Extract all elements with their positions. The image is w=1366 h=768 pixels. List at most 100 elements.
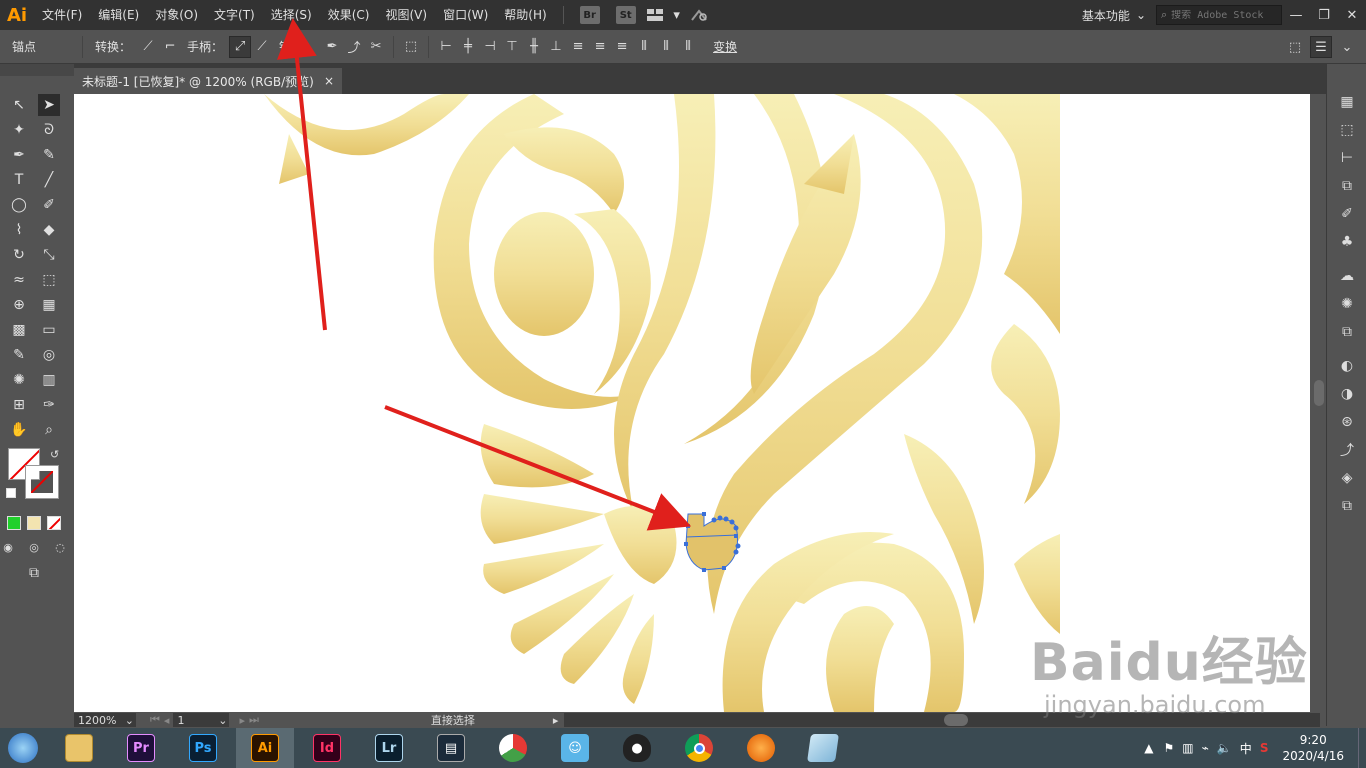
action-center-flag-icon[interactable]: ⚑ — [1164, 741, 1175, 755]
page-number-field[interactable]: 1 ⌄ — [173, 713, 230, 727]
volume-icon[interactable]: 🔈 — [1217, 741, 1232, 755]
minimize-button[interactable]: — — [1282, 0, 1310, 30]
taskbar-notepad[interactable] — [794, 728, 852, 768]
close-window-button[interactable]: ✕ — [1338, 0, 1366, 30]
network-icon[interactable]: ▥ — [1182, 741, 1193, 755]
input-method-indicator[interactable]: 中 — [1240, 740, 1252, 757]
eyedropper-tool-icon[interactable]: ✎ — [8, 344, 30, 366]
taskbar-chrome[interactable] — [670, 728, 728, 768]
cut-path-icon[interactable]: ✂ — [365, 36, 387, 58]
menu-object[interactable]: 对象(O) — [147, 0, 206, 30]
arrange-documents-icon[interactable] — [644, 4, 666, 26]
transform-link[interactable]: 变换 — [713, 38, 737, 55]
distribute-bottom-icon[interactable]: ≡ — [611, 36, 633, 58]
ellipse-tool-icon[interactable]: ◯ — [8, 194, 30, 216]
menu-type[interactable]: 文字(T) — [206, 0, 263, 30]
show-desktop-button[interactable] — [1358, 728, 1366, 768]
taskbar-browser-360[interactable] — [484, 728, 542, 768]
taskbar-qq[interactable]: ● — [608, 728, 666, 768]
taskbar-photoshop[interactable]: Ps — [174, 728, 232, 768]
taskbar-indesign[interactable]: Id — [298, 728, 356, 768]
export-panel-icon[interactable]: ⤴ — [1327, 436, 1366, 464]
draw-inside-icon[interactable]: ◌ — [49, 537, 71, 559]
links-panel-icon[interactable]: ⊛ — [1327, 408, 1366, 436]
select-similar-icon[interactable]: ⬚ — [400, 36, 422, 58]
distribute-hcenter-icon[interactable]: ⦀ — [655, 36, 677, 58]
restore-button[interactable]: ❐ — [1310, 0, 1338, 30]
tray-expand-icon[interactable]: ▲ — [1144, 741, 1153, 755]
taskbar-premiere[interactable]: Pr — [112, 728, 170, 768]
scroll-thumb[interactable] — [1314, 380, 1324, 406]
color-guide-icon[interactable]: ◑ — [1327, 380, 1366, 408]
screen-mode-icon[interactable]: ⧉ — [23, 562, 45, 584]
draw-normal-icon[interactable]: ◉ — [0, 537, 19, 559]
blend-tool-icon[interactable]: ◎ — [38, 344, 60, 366]
lasso-tool-icon[interactable]: ᘐ — [38, 119, 60, 141]
stock-button[interactable]: St — [615, 6, 636, 24]
workspace-switcher[interactable]: 基本功能 ⌄ — [1072, 7, 1156, 24]
default-colors-icon[interactable] — [6, 488, 16, 498]
document-tab[interactable]: 未标题-1 [已恢复]* @ 1200% (RGB/预览) × — [74, 68, 342, 94]
stock-search-input[interactable] — [1171, 9, 1272, 21]
distribute-top-icon[interactable]: ≡ — [567, 36, 589, 58]
align-panel-icon[interactable]: ⊢ — [1327, 144, 1366, 172]
draw-behind-icon[interactable]: ◎ — [23, 537, 45, 559]
close-tab-icon[interactable]: × — [324, 74, 334, 88]
appearance-panel-icon[interactable]: ✺ — [1327, 290, 1366, 318]
taskbar-lightroom[interactable]: Lr — [360, 728, 418, 768]
menu-view[interactable]: 视图(V) — [377, 0, 435, 30]
menu-effect[interactable]: 效果(C) — [320, 0, 378, 30]
toolbar-collapse-strip[interactable] — [0, 64, 74, 76]
chevron-down-icon[interactable]: ▾ — [666, 4, 688, 26]
column-graph-tool-icon[interactable]: ▥ — [38, 369, 60, 391]
artboard-tool-icon[interactable]: ⊞ — [8, 394, 30, 416]
distribute-center-icon[interactable]: ≡ — [589, 36, 611, 58]
taskbar-explorer[interactable] — [50, 728, 108, 768]
color-mode-icon[interactable] — [7, 515, 21, 530]
rotate-tool-icon[interactable]: ↻ — [8, 244, 30, 266]
align-center-h-icon[interactable]: ╪ — [457, 36, 479, 58]
curvature-tool-icon[interactable]: ✎ — [38, 144, 60, 166]
menu-window[interactable]: 窗口(W) — [435, 0, 496, 30]
taskbar-cat-app[interactable]: ☺ — [546, 728, 604, 768]
start-button[interactable] — [0, 728, 46, 768]
status-menu-icon[interactable]: ▸ — [553, 714, 559, 727]
type-tool-icon[interactable]: T — [8, 169, 30, 191]
gradient-mode-icon[interactable] — [27, 515, 41, 530]
align-top-icon[interactable]: ⊤ — [501, 36, 523, 58]
distribute-left-icon[interactable]: ⦀ — [633, 36, 655, 58]
scale-tool-icon[interactable]: ⤡ — [38, 244, 60, 266]
brushes-panel-icon[interactable]: ✐ — [1327, 200, 1366, 228]
swap-fill-stroke-icon[interactable]: ↺ — [50, 448, 59, 461]
align-right-icon[interactable]: ⊣ — [479, 36, 501, 58]
taskbar-illustrator[interactable]: Ai — [236, 728, 294, 768]
magic-wand-tool-icon[interactable]: ✦ — [8, 119, 30, 141]
stroke-swatch[interactable] — [25, 465, 59, 499]
first-page-icon[interactable]: ⏮ — [150, 713, 160, 727]
none-mode-icon[interactable] — [47, 515, 61, 530]
shaper-tool-icon[interactable]: ⌇ — [8, 219, 30, 241]
gradient-panel-icon[interactable]: ◐ — [1327, 352, 1366, 380]
free-transform-tool-icon[interactable]: ⬚ — [38, 269, 60, 291]
graphic-styles-icon[interactable]: ⧉ — [1327, 318, 1366, 346]
chevron-down-icon[interactable]: ⌄ — [1336, 36, 1358, 58]
eraser-tool-icon[interactable]: ◆ — [38, 219, 60, 241]
cc-libraries-icon[interactable]: ☁ — [1327, 262, 1366, 290]
zoom-tool-icon[interactable]: ⌕ — [38, 419, 60, 441]
perspective-grid-tool-icon[interactable]: ▦ — [38, 294, 60, 316]
align-bottom-icon[interactable]: ⊥ — [545, 36, 567, 58]
convert-to-corner-icon[interactable]: ⟋ — [137, 36, 159, 58]
width-tool-icon[interactable]: ≈ — [8, 269, 30, 291]
menu-help[interactable]: 帮助(H) — [496, 0, 554, 30]
h-scroll-thumb[interactable] — [944, 714, 969, 726]
distribute-right-icon[interactable]: ⦀ — [677, 36, 699, 58]
symbols-panel-icon[interactable]: ♣ — [1327, 228, 1366, 256]
mesh-tool-icon[interactable]: ▩ — [8, 319, 30, 341]
isolate-icon[interactable]: ⬚ — [1284, 36, 1306, 58]
prev-page-icon[interactable]: ◂ — [164, 714, 170, 727]
selection-tool-icon[interactable]: ↖ — [8, 94, 30, 116]
sogou-ime-icon[interactable]: S — [1260, 741, 1269, 755]
convert-to-smooth-icon[interactable]: ⌐ — [159, 36, 181, 58]
direct-selection-tool-icon[interactable]: ➤ — [38, 93, 60, 116]
hand-tool-icon[interactable]: ✋ — [8, 419, 30, 441]
